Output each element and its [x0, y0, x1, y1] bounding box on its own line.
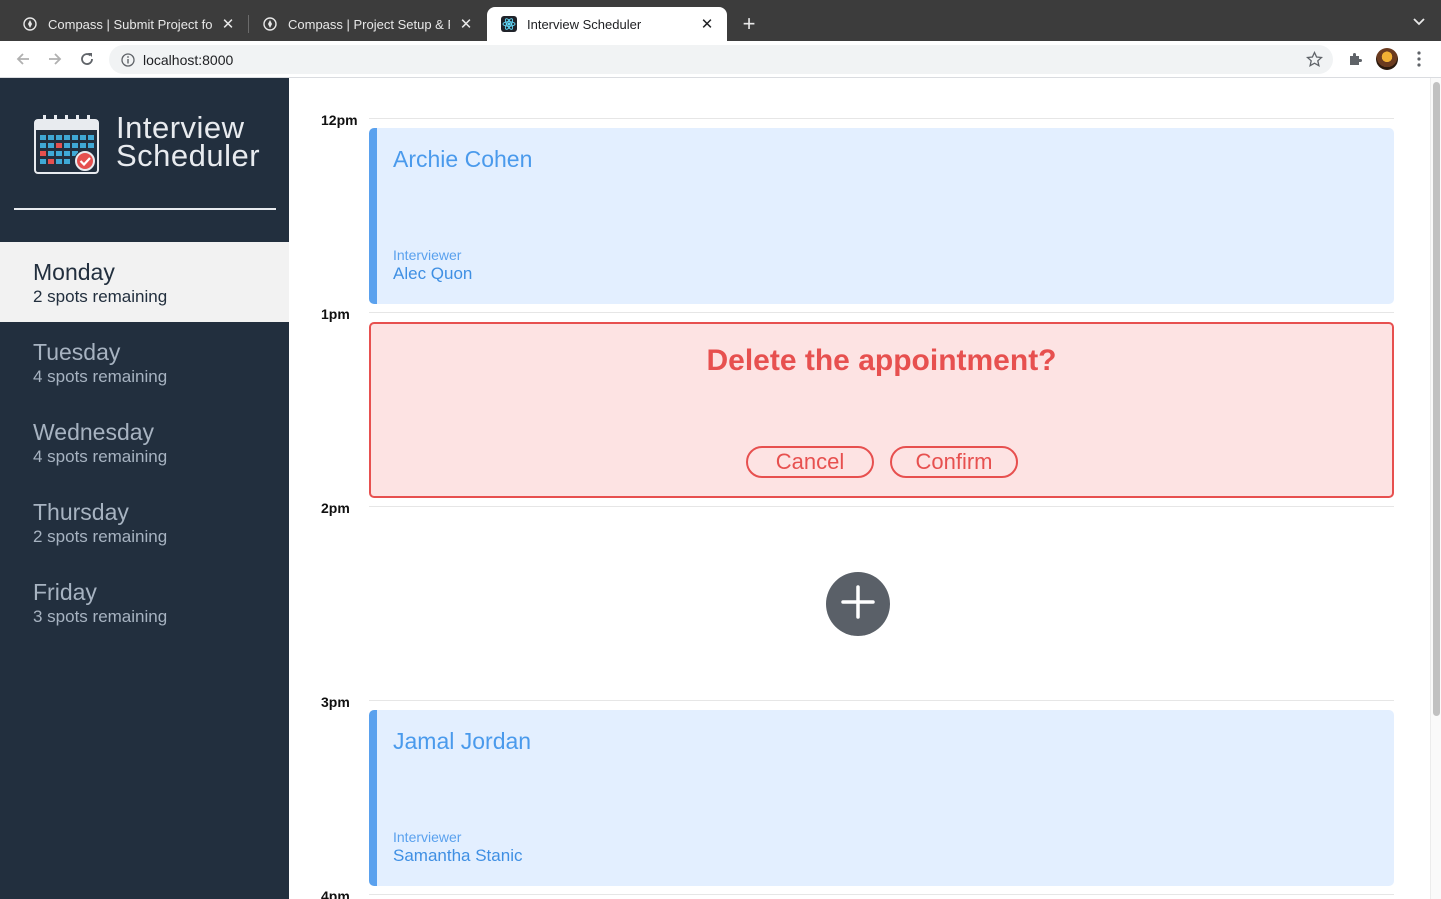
compass-favicon-icon [262, 16, 278, 32]
day-name: Tuesday [33, 339, 121, 365]
confirm-button[interactable]: Confirm [890, 446, 1018, 478]
confirm-message: Delete the appointment? [706, 344, 1057, 377]
back-icon[interactable] [11, 47, 35, 71]
tab-title: Compass | Project Setup & Fan [288, 16, 450, 32]
slot-divider [369, 506, 1394, 507]
address-bar[interactable]: localhost:8000 [109, 45, 1333, 74]
tab-title: Interview Scheduler [527, 16, 642, 32]
slot-divider [369, 312, 1394, 313]
student-name: Archie Cohen [393, 146, 533, 172]
compass-favicon-icon [22, 16, 38, 32]
time-label: 3pm [321, 694, 350, 710]
appointment-card[interactable]: Archie Cohen Interviewer Alec Quon [369, 128, 1394, 304]
time-label: 1pm [321, 306, 350, 322]
url-text: localhost:8000 [143, 51, 234, 68]
cancel-button[interactable]: Cancel [746, 446, 874, 478]
scrollbar[interactable] [1430, 78, 1441, 899]
plus-icon [840, 584, 876, 625]
avatar[interactable] [1376, 48, 1398, 70]
add-appointment-button[interactable] [826, 572, 890, 636]
react-icon [501, 16, 517, 32]
day-item-wednesday[interactable]: Wednesday 4 spots remaining [0, 402, 289, 482]
day-name: Thursday [33, 499, 129, 525]
chevron-down-icon[interactable] [1409, 12, 1429, 32]
browser-tab[interactable]: Compass | Submit Project for E ✕ [8, 7, 248, 41]
tab-close-icon[interactable]: ✕ [220, 16, 236, 33]
slot-divider [369, 118, 1394, 119]
time-label: 12pm [321, 112, 358, 128]
puzzle-icon[interactable] [1344, 48, 1366, 70]
day-item-monday[interactable]: Monday 2 spots remaining [0, 242, 289, 322]
star-icon[interactable] [1305, 50, 1324, 68]
day-spots: 3 spots remaining [33, 607, 168, 626]
browser-tab-active[interactable]: Interview Scheduler ✕ [487, 7, 727, 41]
reload-icon[interactable] [75, 47, 99, 71]
day-name: Wednesday [33, 419, 155, 445]
divider [14, 208, 276, 210]
brand-logo: Interview Scheduler [34, 112, 261, 181]
more-menu-icon[interactable] [1408, 48, 1430, 70]
slot-divider [369, 894, 1394, 895]
scrollbar-thumb[interactable] [1433, 82, 1440, 716]
browser-tab-bar: Compass | Submit Project for E ✕ Compass… [0, 0, 1441, 41]
sidebar: Interview Scheduler Monday 2 spots remai… [0, 78, 289, 899]
schedule: 12pm Archie Cohen Interviewer Alec Quon … [289, 78, 1430, 899]
day-spots: 4 spots remaining [33, 367, 168, 386]
day-name: Friday [33, 579, 97, 605]
appointment-card[interactable]: Jamal Jordan Interviewer Samantha Stanic [369, 710, 1394, 886]
brand-name: Interview Scheduler [116, 112, 261, 173]
day-spots: 4 spots remaining [33, 447, 168, 466]
day-name: Monday [33, 259, 115, 285]
forward-icon[interactable] [43, 47, 67, 71]
calendar-check-icon [34, 114, 100, 181]
tab-close-icon[interactable]: ✕ [458, 16, 474, 33]
brand-line: Scheduler [116, 138, 261, 173]
delete-confirm-dialog: Delete the appointment? Cancel Confirm [369, 322, 1394, 498]
info-icon[interactable] [121, 52, 135, 67]
browser-toolbar: localhost:8000 [0, 41, 1441, 78]
interviewer-name: Samantha Stanic [393, 846, 523, 865]
day-spots: 2 spots remaining [33, 287, 168, 306]
day-item-tuesday[interactable]: Tuesday 4 spots remaining [0, 322, 289, 402]
day-item-friday[interactable]: Friday 3 spots remaining [0, 562, 289, 642]
day-spots: 2 spots remaining [33, 527, 168, 546]
time-label: 2pm [321, 500, 350, 516]
new-tab-icon[interactable]: + [737, 11, 761, 36]
day-item-thursday[interactable]: Thursday 2 spots remaining [0, 482, 289, 562]
interviewer-label: Interviewer [393, 829, 462, 845]
slot-divider [369, 700, 1394, 701]
time-label: 4pm [321, 888, 350, 899]
tab-close-icon[interactable]: ✕ [699, 16, 715, 33]
interviewer-label: Interviewer [393, 247, 462, 263]
tab-title: Compass | Submit Project for E [48, 16, 212, 32]
student-name: Jamal Jordan [393, 728, 532, 754]
browser-tab[interactable]: Compass | Project Setup & Fan ✕ [248, 7, 486, 41]
interviewer-name: Alec Quon [393, 264, 473, 283]
